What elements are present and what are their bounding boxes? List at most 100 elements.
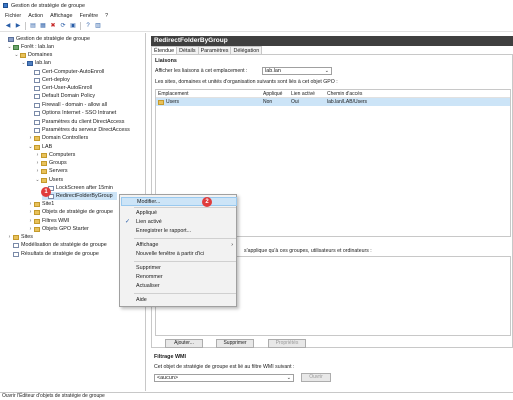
menu-item-save-report[interactable]: Enregistrer le rapport... bbox=[121, 227, 237, 236]
app-icon bbox=[3, 3, 8, 8]
tree-item-gpm-root[interactable]: Gestion de stratégie de groupe bbox=[2, 35, 90, 43]
tree-item-groups[interactable]: › Groups bbox=[35, 159, 67, 167]
step-badge-2: 2 bbox=[202, 197, 212, 207]
menu-bar: Fichier Action Affichage Fenêtre ? bbox=[0, 11, 513, 20]
tree-item-gpo-link[interactable]: Paramètres du client DirectAccess bbox=[28, 118, 124, 126]
chevron-down-icon[interactable]: ⌄ bbox=[35, 176, 40, 184]
console-icon[interactable]: ▥ bbox=[94, 22, 102, 30]
tree-item-starter-gpo[interactable]: › Objets GPO Starter bbox=[28, 225, 89, 233]
tab-details[interactable]: Détails bbox=[176, 46, 199, 54]
gpo-link-icon bbox=[34, 127, 40, 133]
chevron-right-icon[interactable]: › bbox=[28, 225, 33, 233]
col-enforced[interactable]: Appliqué bbox=[261, 90, 289, 97]
col-path[interactable]: Chemin d'accès bbox=[325, 90, 425, 97]
properties-icon[interactable]: ▦ bbox=[39, 22, 47, 30]
delete-icon[interactable]: ✖ bbox=[49, 22, 57, 30]
chevron-right-icon[interactable]: › bbox=[28, 217, 33, 225]
menu-action[interactable]: Action bbox=[28, 13, 43, 19]
menu-item-new-window[interactable]: Nouvelle fenêtre à partir d'ici bbox=[121, 250, 237, 259]
menu-item-rename[interactable]: Renommer bbox=[121, 273, 237, 282]
menu-item-link-enabled[interactable]: ✓ Lien activé bbox=[121, 218, 237, 227]
chevron-down-icon[interactable]: ⌄ bbox=[28, 143, 33, 151]
menu-item-refresh[interactable]: Actualiser bbox=[121, 282, 237, 291]
toolbar: ◀ ▶ ▤ ▦ ✖ ⟳ ▣ ? ▥ bbox=[0, 20, 513, 32]
tree-item-computers[interactable]: › Computers bbox=[35, 151, 76, 159]
tree-item-lab-lan[interactable]: ⌄ lab.lan bbox=[21, 59, 51, 67]
chevron-right-icon[interactable]: › bbox=[35, 151, 40, 159]
tree-item-gpo-objects[interactable]: › Objets de stratégie de groupe bbox=[28, 208, 113, 216]
wmi-section: Filtrage WMI Cet objet de stratégie de g… bbox=[151, 351, 513, 391]
tab-scope[interactable]: Étendue bbox=[151, 46, 178, 54]
step-badge-1: 1 bbox=[41, 187, 51, 197]
tree-item-results[interactable]: Résultats de stratégie de groupe bbox=[7, 250, 99, 258]
col-location[interactable]: Emplacement bbox=[156, 90, 261, 97]
ou-icon bbox=[41, 160, 47, 166]
chevron-right-icon[interactable]: › bbox=[28, 200, 33, 208]
menu-separator bbox=[134, 207, 236, 208]
gpo-link-icon bbox=[34, 119, 40, 125]
tab-settings[interactable]: Paramètres bbox=[197, 46, 232, 54]
menu-help[interactable]: ? bbox=[105, 13, 108, 19]
table-row[interactable]: Users Non Oui lab.lan/LAB/Users bbox=[156, 98, 510, 106]
chevron-right-icon[interactable]: › bbox=[28, 208, 33, 216]
tree-item-gpo-link[interactable]: Cert-User-AutoEnroll bbox=[28, 84, 92, 92]
chevron-right-icon[interactable]: › bbox=[7, 233, 12, 241]
chevron-down-icon[interactable]: ⌄ bbox=[7, 43, 12, 51]
tree-item-gpo-link[interactable]: LockScreen after 15min bbox=[42, 184, 113, 192]
status-bar: Ouvrir l'Éditeur d'objets de stratégie d… bbox=[0, 392, 513, 400]
properties-button[interactable]: Propriétés bbox=[268, 339, 306, 348]
tree-item-sites[interactable]: › Sites bbox=[7, 233, 33, 241]
chevron-right-icon[interactable]: › bbox=[35, 159, 40, 167]
tree-item-users[interactable]: ⌄ Users bbox=[35, 176, 63, 184]
help-icon[interactable]: ? bbox=[84, 22, 92, 30]
wmi-filter-select[interactable]: <aucun> ⌄ bbox=[154, 374, 294, 382]
ou-icon bbox=[41, 152, 47, 158]
menu-item-delete[interactable]: Supprimer bbox=[121, 264, 237, 273]
col-enabled[interactable]: Lien activé bbox=[289, 90, 325, 97]
window-title: Gestion de stratégie de groupe bbox=[11, 2, 86, 9]
tree-item-gpo-link[interactable]: Cert-Computer-AutoEnroll bbox=[28, 68, 104, 76]
tree-item-gpo-link[interactable]: Paramètres du serveur DirectAccess bbox=[28, 126, 130, 134]
menu-item-view[interactable]: Affichage › bbox=[121, 241, 237, 250]
menu-file[interactable]: Fichier bbox=[5, 13, 21, 19]
tree-item-modeling[interactable]: Modélisation de stratégie de groupe bbox=[7, 241, 107, 249]
tree-item-redirect-folder[interactable]: RedirectFolderByGroup bbox=[42, 192, 117, 200]
title-bar: Gestion de stratégie de groupe bbox=[0, 0, 513, 11]
tree-item-gpo-link[interactable]: Default Domain Policy bbox=[28, 92, 95, 100]
refresh-icon[interactable]: ⟳ bbox=[59, 22, 67, 30]
tree-item-gpo-link[interactable]: Cert-deploy bbox=[28, 76, 70, 84]
tab-delegation[interactable]: Délégation bbox=[230, 46, 263, 54]
show-hide-tree-icon[interactable]: ▤ bbox=[29, 22, 37, 30]
gpo-link-icon bbox=[34, 110, 40, 116]
chevron-right-icon[interactable]: › bbox=[28, 134, 33, 142]
remove-button[interactable]: Supprimer bbox=[216, 339, 254, 348]
tree-item-wmi-filters[interactable]: › Filtres WMI bbox=[28, 217, 70, 225]
tree-item-gpo-link[interactable]: Firewall - domain - allow all bbox=[28, 101, 107, 109]
back-icon[interactable]: ◀ bbox=[4, 22, 12, 30]
tree-item-domains[interactable]: ⌄ Domaines bbox=[14, 51, 52, 59]
menu-item-edit[interactable]: Modifier... bbox=[121, 197, 237, 206]
chevron-down-icon[interactable]: ⌄ bbox=[14, 51, 19, 59]
toolbar-separator bbox=[80, 21, 81, 30]
menu-item-help[interactable]: Aide bbox=[121, 296, 237, 305]
tree-item-lab[interactable]: ⌄ LAB bbox=[28, 143, 52, 151]
menu-item-enforced[interactable]: Appliqué bbox=[121, 209, 237, 218]
ou-icon bbox=[34, 135, 40, 141]
export-icon[interactable]: ▣ bbox=[69, 22, 77, 30]
menu-view[interactable]: Affichage bbox=[50, 13, 72, 19]
menu-separator bbox=[134, 238, 236, 239]
forward-icon[interactable]: ▶ bbox=[14, 22, 22, 30]
add-button[interactable]: Ajouter... bbox=[165, 339, 203, 348]
links-location-select[interactable]: lab.lan ⌄ bbox=[262, 67, 332, 75]
tree-item-domain-controllers[interactable]: › Domain Controllers bbox=[28, 134, 88, 142]
chevron-down-icon[interactable]: ⌄ bbox=[21, 59, 26, 67]
menu-window[interactable]: Fenêtre bbox=[80, 13, 99, 19]
gpo-link-icon bbox=[34, 93, 40, 99]
ou-icon bbox=[41, 168, 47, 174]
tree-item-gpo-link[interactable]: Options Internet - SSO Intranet bbox=[28, 109, 116, 117]
tree-item-site1[interactable]: › Site1 bbox=[28, 200, 55, 208]
wmi-open-button[interactable]: Ouvrir bbox=[301, 373, 331, 382]
tree-item-forest[interactable]: ⌄ Forêt : lab.lan bbox=[7, 43, 54, 51]
chevron-right-icon[interactable]: › bbox=[35, 167, 40, 175]
tree-item-servers[interactable]: › Servers bbox=[35, 167, 68, 175]
